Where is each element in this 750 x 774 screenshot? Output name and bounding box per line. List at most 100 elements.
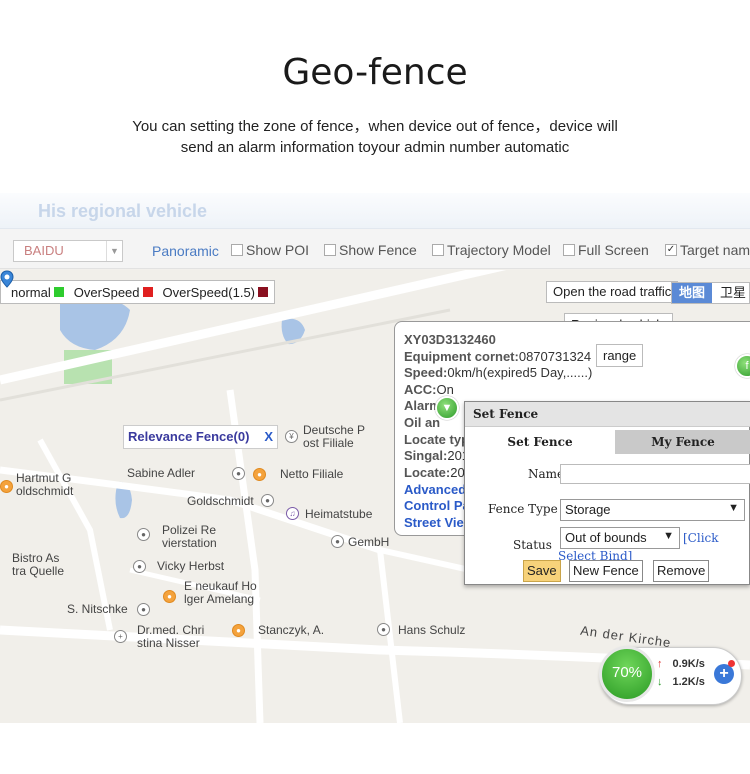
map-label: Hans Schulz: [398, 623, 466, 637]
place-icon: ●: [137, 528, 150, 541]
place-icon: ●: [331, 535, 344, 548]
target-name-checkbox[interactable]: ✓ Target nam: [665, 242, 750, 258]
place-icon: ●: [261, 494, 274, 507]
trajectory-model-checkbox[interactable]: Trajectory Model: [432, 242, 551, 258]
equipment-value: 0870731324: [518, 349, 592, 364]
advanced-link[interactable]: Advanced: [404, 482, 466, 498]
fence-type-value: Storage: [565, 502, 611, 517]
street-view-link[interactable]: Street Vie: [404, 515, 464, 531]
medical-icon: +: [114, 630, 127, 643]
map-provider-value: BAIDU: [24, 243, 64, 258]
map-label: Polizei Re vierstation: [162, 523, 217, 550]
locate-label: Locate:: [404, 465, 451, 480]
speed-legend: normal OverSpeed OverSpeed(1.5): [0, 280, 276, 304]
place-icon: ●: [377, 623, 390, 636]
legend-overspeed-label: OverSpeed: [73, 284, 140, 300]
checkbox-icon: [432, 244, 444, 256]
chevron-down-icon: ▼: [663, 530, 674, 542]
full-screen-checkbox[interactable]: Full Screen: [563, 242, 649, 258]
map-canvas[interactable]: normal OverSpeed OverSpeed(1.5) Relevanc…: [0, 270, 750, 723]
chevron-down-icon: ▼: [728, 502, 739, 514]
map-label: Heimatstube: [305, 507, 373, 521]
place-icon: ●: [137, 603, 150, 616]
map-label: GembH: [348, 535, 390, 549]
signal-row: Singal:201: [404, 448, 469, 464]
vehicle-marker-icon[interactable]: [0, 270, 14, 288]
locate-type-label: Locate typ: [404, 432, 470, 447]
map-provider-select[interactable]: BAIDU ▼: [13, 240, 123, 262]
locate-row: Locate:20: [404, 465, 465, 481]
shop-icon: ●: [232, 624, 245, 637]
map-type-map-button[interactable]: 地图: [672, 283, 712, 303]
remove-button[interactable]: Remove: [653, 560, 710, 582]
show-fence-checkbox[interactable]: Show Fence: [324, 242, 417, 258]
map-label: Vicky Herbst: [157, 559, 225, 573]
show-fence-label: Show Fence: [339, 242, 417, 258]
legend-normal-swatch: [53, 287, 64, 297]
description-line-1: You can setting the zone of fence，when d…: [132, 118, 618, 135]
page-headline: Geo-fence: [282, 52, 468, 93]
map-label: Deutsche P ost Filiale: [303, 423, 366, 450]
post-office-icon: ¥: [285, 430, 298, 443]
full-screen-label: Full Screen: [578, 242, 649, 258]
equipment-label: Equipment cornet:: [404, 349, 519, 364]
set-fence-dialog: Set Fence Set Fence My Fence Name Fence …: [464, 401, 750, 585]
speed-value: 0km/h(expired5 Day,......): [447, 365, 593, 380]
notification-dot-icon: [728, 660, 735, 667]
legend-normal-label: normal: [11, 284, 51, 300]
acc-value: On: [436, 382, 454, 397]
fence-type-select[interactable]: Storage ▼: [560, 499, 745, 521]
upload-speed: 0.9K/s: [672, 658, 705, 670]
shop-icon: ●: [253, 468, 266, 481]
map-label: Netto Filiale: [280, 467, 344, 481]
map-label: Stanczyk, A.: [258, 623, 325, 637]
relevance-fence-panel[interactable]: Relevance Fence(0) X: [123, 425, 278, 449]
map-label: Bistro As tra Quelle: [12, 551, 65, 578]
checkmark-icon: ✓: [665, 244, 677, 256]
panoramic-link[interactable]: Panoramic: [152, 243, 219, 259]
oil-label: Oil an: [404, 415, 441, 430]
checkbox-icon: [231, 244, 243, 256]
acc-label: ACC:: [404, 382, 437, 397]
fence-status-select[interactable]: Out of bounds ▼: [560, 527, 680, 549]
close-icon[interactable]: X: [264, 429, 273, 444]
save-button[interactable]: Save: [523, 560, 561, 582]
place-icon: ●: [232, 467, 245, 480]
new-fence-button[interactable]: New Fence: [569, 560, 643, 582]
equipment-row: Equipment cornet:0870731324: [404, 349, 591, 365]
page: Geo-fence You can setting the zone of fe…: [0, 0, 750, 774]
signal-label: Singal:: [404, 448, 448, 463]
road-traffic-button[interactable]: Open the road traffic: [546, 281, 679, 303]
fence-type-label: Fence Type: [488, 502, 558, 516]
shop-icon: ●: [163, 590, 176, 603]
tab-my-fence[interactable]: My Fence: [615, 430, 750, 454]
map-type-satellite-button[interactable]: 卫星: [720, 283, 746, 303]
map-toolbar: BAIDU ▼ Panoramic Show POI Show Fence Tr…: [0, 229, 750, 269]
speed-row: Speed:0km/h(expired5 Day,......): [404, 365, 592, 381]
checkbox-icon: [563, 244, 575, 256]
arrow-down-icon: ↓: [657, 676, 663, 688]
plus-icon[interactable]: +: [714, 664, 734, 684]
alarm-arrow-icon[interactable]: ▼: [435, 396, 459, 420]
locate-value: 20: [450, 465, 465, 480]
status-label: Status: [513, 538, 552, 552]
download-speed: 1.2K/s: [672, 676, 705, 688]
map-label: S. Nitschke: [67, 602, 128, 616]
set-fence-header: Set Fence: [465, 402, 750, 427]
upload-speed-row: ↑ 0.9K/s: [657, 658, 705, 670]
tab-set-fence[interactable]: Set Fence: [465, 430, 615, 454]
range-button[interactable]: range: [596, 344, 644, 367]
place-icon: ●: [133, 560, 146, 573]
show-poi-checkbox[interactable]: Show POI: [231, 242, 309, 258]
legend-overspeed15-label: OverSpeed(1.5): [162, 284, 256, 300]
control-panel-link[interactable]: Control Pa: [404, 498, 470, 514]
fence-name-input[interactable]: [560, 464, 750, 484]
device-id: XY03D3132460: [404, 332, 496, 347]
app-titlebar: His regional vehicle: [0, 193, 750, 229]
legend-overspeed15-swatch: [258, 287, 269, 297]
click-link[interactable]: [Click: [683, 531, 719, 545]
shop-icon: ●: [0, 480, 13, 493]
memory-percent[interactable]: 70%: [599, 646, 655, 702]
description-line-2: send an alarm information toyour admin n…: [180, 139, 570, 156]
name-label: Name: [528, 467, 565, 481]
